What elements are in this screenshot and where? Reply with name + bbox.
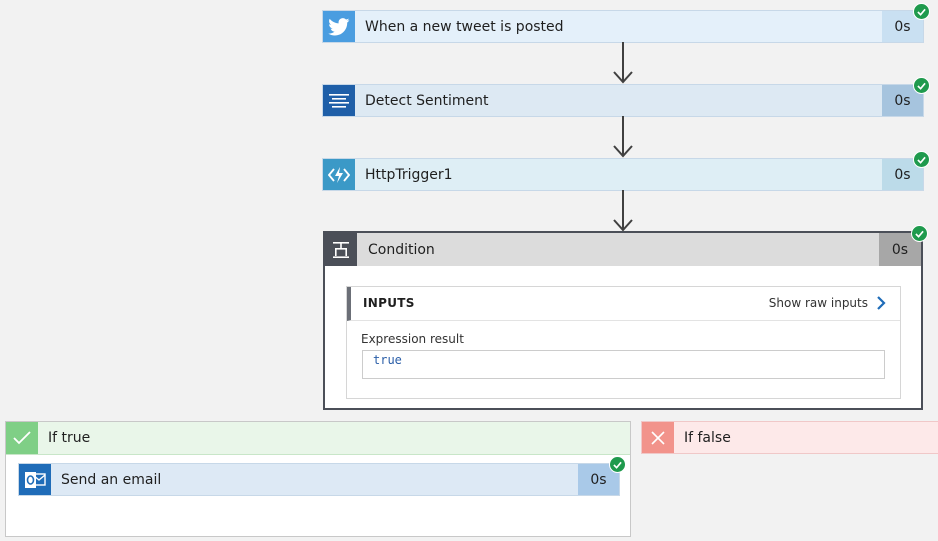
step-detect-sentiment[interactable]: Detect Sentiment 0s [322, 84, 924, 117]
step-http-trigger[interactable]: HttpTrigger1 0s [322, 158, 924, 191]
success-check-icon [609, 456, 626, 473]
inputs-header: INPUTS Show raw inputs [347, 287, 900, 321]
branch-if-true-title: If true [48, 430, 91, 446]
chevron-right-icon [877, 296, 886, 310]
expression-result-value: true [362, 350, 885, 379]
condition-icon [325, 233, 357, 266]
flow-arrow [613, 190, 633, 232]
inputs-panel: INPUTS Show raw inputs Expression result… [346, 286, 901, 399]
condition-title: Condition [368, 241, 435, 258]
flow-arrow [613, 42, 633, 84]
flow-arrow [613, 116, 633, 158]
step-title: HttpTrigger1 [365, 166, 453, 183]
success-check-icon [911, 225, 928, 242]
success-check-icon [913, 151, 930, 168]
success-check-icon [913, 3, 930, 20]
step-send-email[interactable]: Send an email 0s [18, 463, 620, 496]
twitter-icon [323, 11, 355, 42]
branch-if-true: If true Send an email 0s [5, 421, 631, 537]
step-when-new-tweet[interactable]: When a new tweet is posted 0s [322, 10, 924, 43]
inputs-label: INPUTS [363, 296, 415, 310]
step-title: When a new tweet is posted [365, 18, 564, 35]
x-icon [642, 422, 674, 453]
expression-result-label: Expression result [361, 332, 464, 346]
show-raw-inputs-label: Show raw inputs [768, 296, 868, 310]
step-title: Send an email [61, 471, 162, 488]
azure-function-icon [323, 159, 355, 190]
step-title: Detect Sentiment [365, 92, 489, 109]
branch-if-false-title: If false [684, 429, 731, 446]
success-check-icon [913, 77, 930, 94]
checkmark-icon [6, 422, 38, 454]
condition-step[interactable]: Condition 0s INPUTS Show raw inputs Expr… [323, 231, 923, 410]
branch-if-true-header[interactable]: If true [6, 422, 630, 455]
condition-header[interactable]: Condition 0s [325, 233, 921, 266]
text-lines-icon [323, 85, 355, 116]
show-raw-inputs-link[interactable]: Show raw inputs [769, 295, 886, 311]
outlook-icon [19, 464, 51, 495]
branch-if-false[interactable]: If false [641, 421, 938, 454]
